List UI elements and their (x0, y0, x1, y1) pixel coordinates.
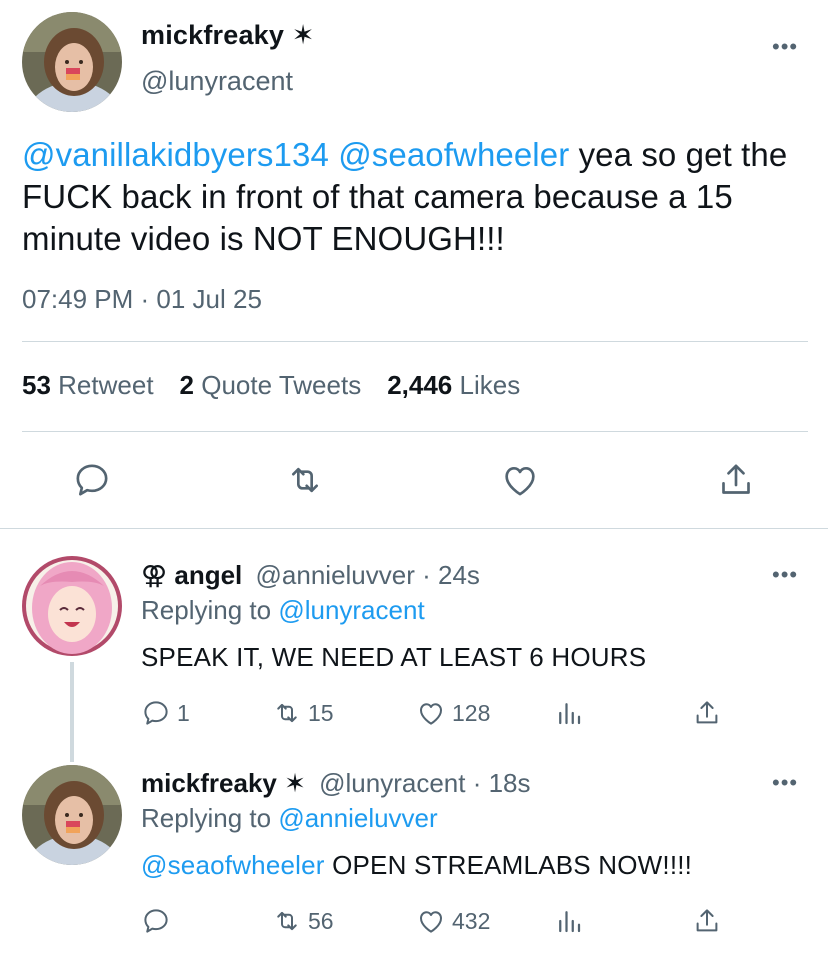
reply-text: SPEAK IT, WE NEED AT LEAST 6 HOURS (141, 642, 647, 672)
retweet-icon (277, 703, 297, 723)
mention-link[interactable]: @seaofwheeler (338, 136, 569, 173)
reply-author-avatar[interactable] (22, 765, 122, 865)
replying-to-label: Replying to (141, 595, 272, 625)
divider (22, 431, 808, 432)
reply-display-name[interactable]: mickfreaky ✶ (141, 768, 306, 798)
like-count: 128 (452, 699, 491, 726)
likes-count: 2,446 (387, 370, 453, 400)
reply-icon (144, 701, 168, 725)
retweet-button[interactable]: 15 (272, 698, 334, 728)
more-options-icon[interactable]: ••• (772, 770, 798, 796)
reply-icon[interactable] (72, 460, 112, 500)
retweet-icon (277, 911, 297, 931)
tweet-timestamp[interactable]: 07:49 PM · 01 Jul 25 (22, 284, 262, 315)
reply-count: 1 (177, 699, 190, 726)
like-button[interactable]: 432 (416, 906, 490, 936)
reply-icon (144, 909, 168, 933)
more-options-icon[interactable]: ••• (772, 562, 798, 588)
author-handle[interactable]: @lunyracent (141, 66, 293, 97)
reply-body-text: OPEN STREAMLABS NOW!!!! (332, 850, 693, 880)
reply-header: ⚢ angel @annieluvver · 24s (141, 560, 480, 591)
like-count: 432 (452, 907, 491, 934)
like-icon (420, 911, 442, 933)
replying-to-label: Replying to (141, 803, 272, 833)
retweets-stat[interactable]: 53 Retweet (22, 370, 154, 400)
retweet-button[interactable]: 56 (272, 906, 334, 936)
analytics-icon[interactable] (554, 906, 584, 936)
retweet-count: 15 (308, 699, 334, 726)
like-icon[interactable] (500, 460, 540, 500)
analytics-icon[interactable] (554, 698, 584, 728)
retweets-label: Retweet (58, 370, 154, 400)
reply-button[interactable] (141, 906, 177, 936)
author-display-name[interactable]: mickfreaky ✶ (141, 20, 315, 51)
pride-symbol-icon: ⚢ (141, 560, 168, 590)
like-button[interactable]: 128 (416, 698, 490, 728)
reply-handle[interactable]: @annieluvver (256, 560, 415, 590)
mention-link[interactable]: @vanillakidbyers134 (22, 136, 329, 173)
replying-to-line: Replying to @annieluvver (141, 803, 438, 834)
likes-stat[interactable]: 2,446 Likes (387, 370, 520, 400)
mention-link[interactable]: @seaofwheeler (141, 850, 325, 880)
thread-line (70, 662, 74, 762)
author-avatar[interactable] (22, 12, 122, 112)
reply-text: @seaofwheeler OPEN STREAMLABS NOW!!!! (141, 850, 692, 881)
quotes-count: 2 (179, 370, 195, 400)
share-icon[interactable] (692, 698, 722, 728)
retweets-count: 53 (22, 370, 51, 400)
replying-to-line: Replying to @lunyracent (141, 595, 425, 626)
reply-author-avatar[interactable] (22, 556, 122, 656)
reply-time[interactable]: · 24s (422, 560, 480, 590)
divider (22, 341, 808, 342)
more-options-icon[interactable]: ••• (772, 34, 798, 60)
tweet-stats: 53 Retweet 2 Quote Tweets 2,446 Likes (22, 370, 520, 401)
quotes-label: Quote Tweets (201, 370, 362, 400)
share-icon[interactable] (692, 906, 722, 936)
reply-header: mickfreaky ✶ @lunyracent · 18s (141, 768, 531, 799)
reply-display-name[interactable]: angel (174, 560, 242, 590)
tweet-text: @vanillakidbyers134 @seaofwheeler yea so… (22, 134, 822, 260)
retweet-icon[interactable] (285, 460, 325, 500)
share-icon[interactable] (716, 460, 756, 500)
reply-time[interactable]: · 18s (473, 768, 531, 798)
replying-to-link[interactable]: @annieluvver (278, 803, 437, 833)
like-icon (420, 703, 442, 725)
reply-handle[interactable]: @lunyracent (319, 768, 465, 798)
replying-to-link[interactable]: @lunyracent (278, 595, 424, 625)
retweet-count: 56 (308, 907, 334, 934)
quotes-stat[interactable]: 2 Quote Tweets (180, 370, 362, 400)
divider (0, 528, 828, 529)
likes-label: Likes (459, 370, 521, 400)
reply-button[interactable]: 1 (141, 698, 190, 728)
